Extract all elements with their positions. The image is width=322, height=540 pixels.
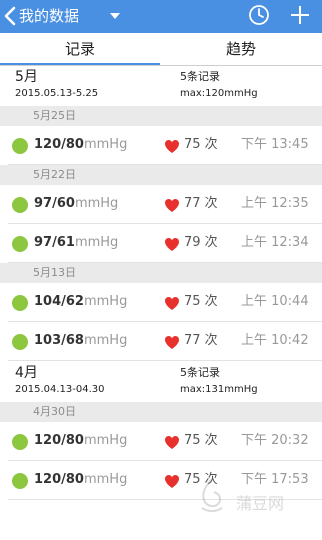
- month-name: 5月: [15, 69, 38, 85]
- blood-pressure: 104/62mmHg: [34, 293, 127, 311]
- bp-value: 120/80: [34, 433, 84, 448]
- pulse-value: 77 次: [184, 333, 218, 348]
- bp-value: 103/68: [34, 333, 84, 348]
- record-count: 5条记录: [180, 70, 220, 83]
- record-time: 下午 20:32: [241, 433, 309, 448]
- page-title[interactable]: 我的数据: [19, 6, 79, 26]
- bp-unit: mmHg: [74, 235, 119, 250]
- heart-icon: [165, 140, 179, 153]
- max-pressure: max:120mmHg: [180, 88, 258, 99]
- pulse-value: 75 次: [184, 433, 218, 448]
- tab-bar: 记录 趋势: [0, 33, 322, 66]
- pulse-value: 77 次: [184, 196, 218, 211]
- blood-pressure: 120/80mmHg: [34, 471, 127, 489]
- month-name: 4月: [15, 365, 38, 381]
- tab-records[interactable]: 记录: [0, 33, 160, 66]
- status-dot: [12, 295, 28, 311]
- record-time: 上午 12:35: [241, 196, 309, 211]
- date-header: 5月13日: [0, 263, 322, 283]
- date-label: 5月25日: [33, 109, 76, 122]
- heart-icon: [165, 238, 179, 251]
- max-pressure: max:131mmHg: [180, 384, 258, 395]
- date-label: 4月30日: [33, 405, 76, 418]
- date-label: 5月13日: [33, 266, 76, 279]
- blood-pressure: 120/80mmHg: [34, 432, 127, 450]
- watermark-text: 蒲豆网: [236, 494, 285, 513]
- divider: [8, 360, 322, 361]
- record-row[interactable]: 103/68mmHg 77 次 上午 10:42: [0, 322, 322, 361]
- watermark: 蒲豆网: [196, 478, 318, 518]
- blood-pressure: 97/61mmHg: [34, 234, 118, 252]
- record-time: 上午 12:34: [241, 235, 309, 250]
- blood-pressure: 103/68mmHg: [34, 332, 127, 350]
- status-dot: [12, 434, 28, 450]
- status-dot: [12, 334, 28, 350]
- record-time: 上午 10:42: [241, 333, 309, 348]
- bp-value: 104/62: [34, 294, 84, 309]
- bp-unit: mmHg: [83, 294, 128, 309]
- bp-value: 97/60: [34, 196, 75, 211]
- chevron-left-icon[interactable]: [3, 5, 17, 27]
- caret-down-icon[interactable]: [110, 13, 120, 19]
- record-count: 5条记录: [180, 366, 220, 379]
- status-dot: [12, 138, 28, 154]
- blood-pressure: 97/60mmHg: [34, 195, 118, 213]
- record-row[interactable]: 104/62mmHg 75 次 上午 10:44: [0, 283, 322, 322]
- heart-icon: [165, 297, 179, 310]
- heart-icon: [165, 336, 179, 349]
- bp-unit: mmHg: [83, 433, 128, 448]
- date-header: 4月30日: [0, 402, 322, 422]
- record-row[interactable]: 120/80mmHg 75 次 下午 13:45: [0, 126, 322, 165]
- watermark-logo-icon: [201, 479, 223, 512]
- record-row[interactable]: 97/61mmHg 79 次 上午 12:34: [0, 224, 322, 263]
- record-row[interactable]: 120/80mmHg 75 次 下午 20:32: [0, 422, 322, 461]
- bp-unit: mmHg: [83, 472, 128, 487]
- heart-icon: [165, 475, 179, 488]
- heart-icon: [165, 436, 179, 449]
- bp-value: 97/61: [34, 235, 75, 250]
- status-dot: [12, 197, 28, 213]
- month-header: 5月 2015.05.13-5.25 5条记录 max:120mmHg: [0, 66, 322, 106]
- heart-icon: [165, 199, 179, 212]
- pulse-value: 75 次: [184, 137, 218, 152]
- blood-pressure: 120/80mmHg: [34, 136, 127, 154]
- month-range: 2015.05.13-5.25: [15, 88, 99, 99]
- status-dot: [12, 236, 28, 252]
- record-row[interactable]: 97/60mmHg 77 次 上午 12:35: [0, 185, 322, 224]
- tab-trend[interactable]: 趋势: [160, 33, 322, 66]
- date-label: 5月22日: [33, 168, 76, 181]
- plus-icon[interactable]: [288, 3, 312, 27]
- date-header: 5月22日: [0, 165, 322, 185]
- bp-value: 120/80: [34, 137, 84, 152]
- record-time: 上午 10:44: [241, 294, 309, 309]
- bp-value: 120/80: [34, 472, 84, 487]
- date-header: 5月25日: [0, 106, 322, 126]
- bp-unit: mmHg: [74, 196, 119, 211]
- record-time: 下午 13:45: [241, 137, 309, 152]
- nav-bar: 我的数据: [0, 0, 322, 33]
- status-dot: [12, 473, 28, 489]
- bp-unit: mmHg: [83, 137, 128, 152]
- month-header: 4月 2015.04.13-04.30 5条记录 max:131mmHg: [0, 362, 322, 402]
- bp-unit: mmHg: [83, 333, 128, 348]
- pulse-value: 75 次: [184, 294, 218, 309]
- pulse-value: 79 次: [184, 235, 218, 250]
- clock-icon[interactable]: [248, 4, 270, 26]
- month-range: 2015.04.13-04.30: [15, 384, 105, 395]
